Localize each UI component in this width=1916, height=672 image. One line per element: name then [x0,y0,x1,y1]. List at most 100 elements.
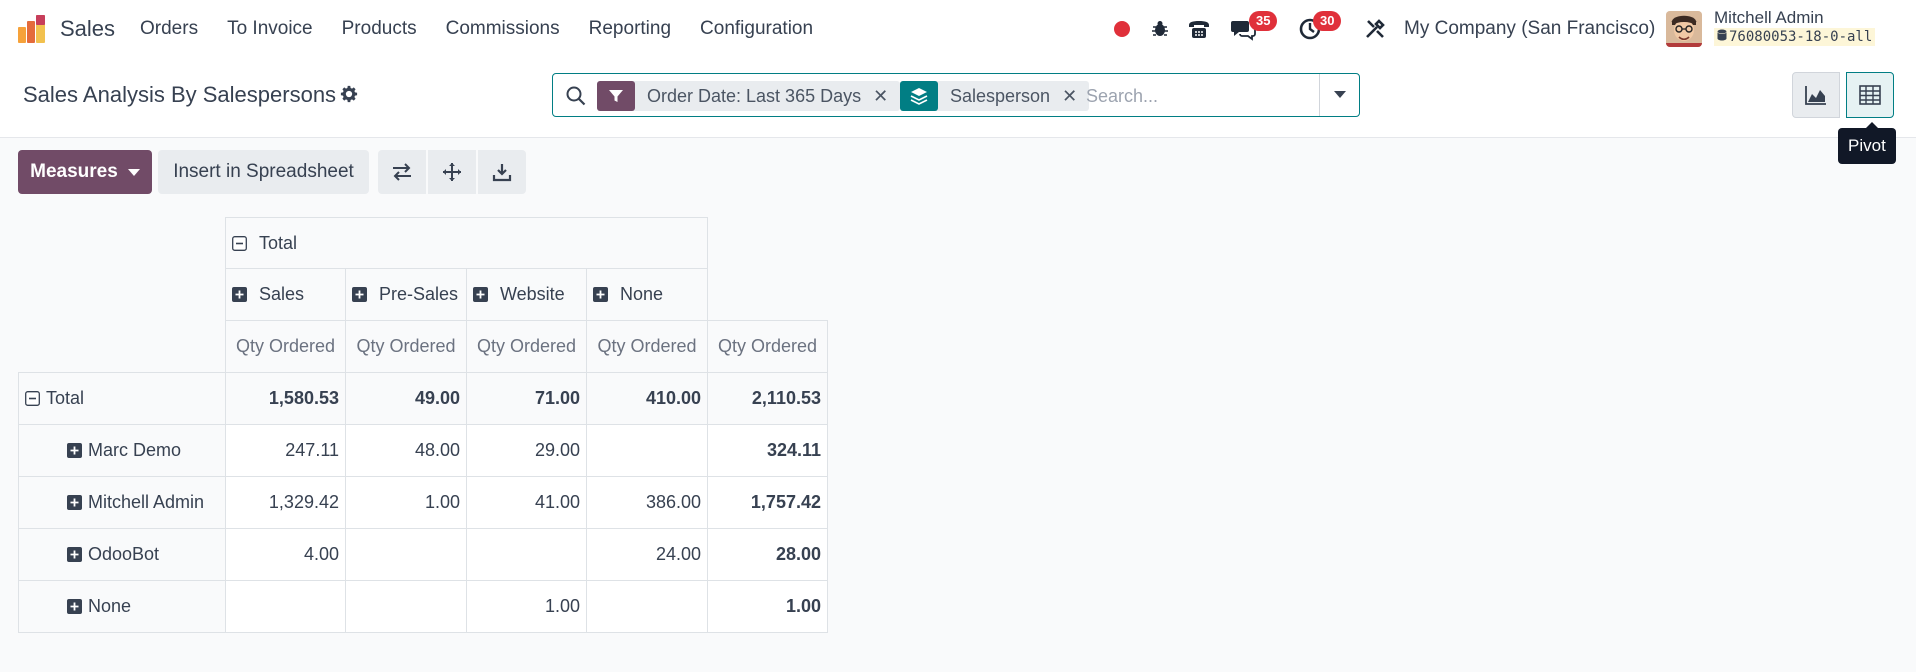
expand-icon [593,287,608,302]
debug-bug-icon[interactable] [1146,15,1174,43]
caret-down-icon [127,168,140,176]
expand-icon [473,287,488,302]
pivot-cell[interactable]: 1.00 [466,580,587,633]
facet-label: Salesperson [950,85,1051,106]
pivot-cell-total[interactable]: 2,110.53 [707,372,828,425]
app-name[interactable]: Sales [60,16,115,42]
col-header-label: Pre-Sales [379,284,459,304]
row-header-total[interactable]: Total [18,372,226,425]
recording-indicator[interactable] [1114,0,1132,58]
pivot-cell[interactable]: 247.11 [225,424,346,477]
search-bar: Order Date: Last 365 Days ✕ Salesperson … [552,73,1360,117]
phone-icon[interactable] [1185,15,1213,43]
measure-header[interactable]: Qty Ordered [586,320,708,373]
measure-header[interactable]: Qty Ordered [707,320,828,373]
collapse-icon [25,391,40,406]
pivot-cell[interactable]: 29.00 [466,424,587,477]
database-name: 76080053-18-0-all [1714,28,1876,46]
row-header-label: Marc Demo [88,440,182,460]
database-label: 76080053-18-0-all [1729,29,1873,45]
facet-label: Order Date: Last 365 Days [647,85,862,106]
pivot-cell[interactable] [586,580,708,633]
pivot-view-button[interactable] [1846,72,1894,118]
col-header-pre-sales[interactable]: Pre-Sales [345,268,467,321]
measure-header[interactable]: Qty Ordered [466,320,587,373]
pivot-cell-total[interactable]: 1,757.42 [707,476,828,529]
menu-products[interactable]: Products [342,18,417,40]
row-header-mitchell-admin[interactable]: Mitchell Admin [18,476,226,529]
database-icon [1717,29,1727,41]
flip-axis-icon [393,163,411,181]
col-header-website[interactable]: Website [466,268,587,321]
pivot-tooltip: Pivot [1838,122,1896,164]
row-header-marc-demo[interactable]: Marc Demo [18,424,226,477]
measure-header[interactable]: Qty Ordered [225,320,346,373]
col-header-total[interactable]: Total [225,217,708,269]
menu-commissions[interactable]: Commissions [446,18,560,40]
pivot-cell[interactable]: 4.00 [225,528,346,581]
filter-icon [597,81,635,111]
remove-facet-button[interactable]: ✕ [873,86,900,107]
expand-icon [67,443,82,458]
pivot-cell[interactable]: 71.00 [466,372,587,425]
pivot-cell[interactable]: 49.00 [345,372,467,425]
search-icon[interactable] [565,85,587,107]
expand-icon [67,495,82,510]
pivot-cell[interactable]: 386.00 [586,476,708,529]
collapse-icon [232,235,247,251]
row-header-odoobot[interactable]: OdooBot [18,528,226,581]
menu-reporting[interactable]: Reporting [589,18,671,40]
col-header-label: None [620,284,664,304]
pivot-cell[interactable] [466,528,587,581]
insert-in-spreadsheet-button[interactable]: Insert in Spreadsheet [158,150,369,194]
menu-orders[interactable]: Orders [140,18,198,40]
pivot-cell[interactable]: 1,580.53 [225,372,346,425]
col-header-label: Total [259,232,298,253]
search-input[interactable] [1086,82,1316,110]
row-header-label: OdooBot [88,544,160,564]
pivot-cell[interactable]: 410.00 [586,372,708,425]
control-panel: Sales Analysis By Salespersons Order Dat… [0,58,1916,138]
area-chart-icon [1805,86,1826,105]
user-name[interactable]: Mitchell Admin [1714,8,1824,28]
expand-icon [67,599,82,614]
measures-label: Measures [30,161,118,182]
row-header-label: None [88,596,132,616]
activities-badge: 30 [1313,11,1342,31]
pivot-cell[interactable] [345,580,467,633]
search-options-toggle[interactable] [1319,74,1359,116]
pivot-cell[interactable] [345,528,467,581]
menu-configuration[interactable]: Configuration [700,18,813,40]
expand-all-button[interactable] [428,150,476,194]
gear-icon[interactable] [340,85,358,103]
pivot-cell-total[interactable]: 324.11 [707,424,828,477]
pivot-cell[interactable] [225,580,346,633]
row-header-none[interactable]: None [18,580,226,633]
page-title: Sales Analysis By Salespersons [23,82,337,107]
facet-order-date: Order Date: Last 365 Days ✕ [597,81,901,111]
record-dot-icon [1114,21,1130,37]
flip-axis-button[interactable] [378,150,426,194]
pivot-cell[interactable]: 1.00 [345,476,467,529]
top-navbar: Sales Orders To Invoice Products Commiss… [0,0,1916,58]
col-header-sales[interactable]: Sales [225,268,346,321]
pivot-cell[interactable]: 24.00 [586,528,708,581]
tools-icon[interactable] [1361,15,1389,43]
pivot-cell[interactable]: 41.00 [466,476,587,529]
col-header-label: Sales [259,284,305,304]
download-button[interactable] [478,150,526,194]
pivot-cell[interactable] [586,424,708,477]
pivot-cell[interactable]: 1,329.42 [225,476,346,529]
pivot-cell[interactable]: 48.00 [345,424,467,477]
measures-button[interactable]: Measures [18,150,152,194]
company-switcher[interactable]: My Company (San Francisco) [1404,18,1655,40]
pivot-cell-total[interactable]: 28.00 [707,528,828,581]
col-header-none[interactable]: None [586,268,708,321]
pivot-cell-total[interactable]: 1.00 [707,580,828,633]
graph-view-button[interactable] [1792,72,1840,118]
menu-to-invoice[interactable]: To Invoice [227,18,313,40]
row-header-label: Total [46,388,85,408]
user-avatar[interactable] [1666,11,1702,47]
sales-app-icon[interactable] [16,13,48,45]
measure-header[interactable]: Qty Ordered [345,320,467,373]
